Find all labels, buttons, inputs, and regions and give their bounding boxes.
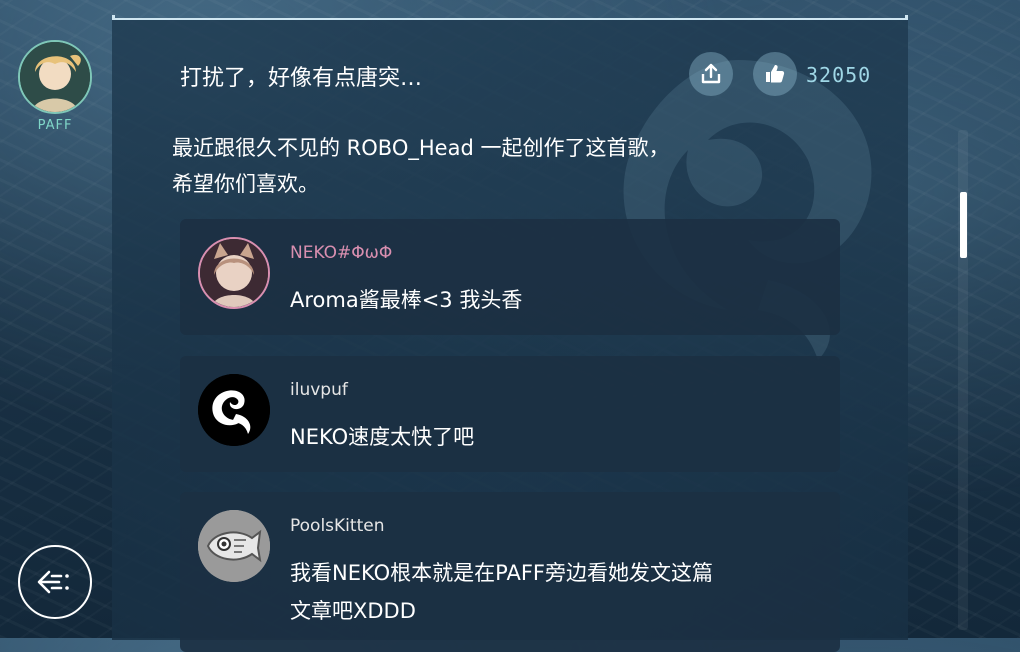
swirl-logo-icon — [198, 374, 270, 446]
comment-text-line-2: 文章吧XDDD — [290, 599, 416, 623]
comment-item[interactable]: iluvpuf NEKO速度太快了吧 — [180, 356, 840, 472]
commenter-name[interactable]: PoolsKitten — [290, 516, 384, 536]
commenter-name[interactable]: iluvpuf — [290, 380, 348, 400]
commenter-avatar[interactable] — [198, 374, 270, 446]
share-icon — [701, 63, 721, 84]
like-button[interactable] — [753, 52, 797, 96]
commenter-avatar[interactable] — [198, 237, 270, 309]
post-title: 打扰了，好像有点唐突… — [180, 66, 423, 91]
cat-girl-portrait-icon — [200, 239, 268, 307]
share-button[interactable] — [689, 52, 733, 96]
comment-text: NEKO速度太快了吧 — [290, 425, 475, 449]
author-name: PAFF — [37, 118, 73, 133]
thumbs-up-icon — [766, 65, 785, 83]
post-body: 最近跟很久不见的 ROBO_Head 一起创作了这首歌， 希望你们喜欢。 — [172, 130, 669, 202]
comment-item[interactable]: PoolsKitten 我看NEKO根本就是在PAFF旁边看她发文这篇 文章吧X… — [180, 492, 840, 652]
comment-text: Aroma酱最棒<3 我头香 — [290, 288, 523, 312]
back-button[interactable] — [18, 545, 92, 619]
post-body-line-1: 最近跟很久不见的 ROBO_Head 一起创作了这首歌， — [172, 136, 670, 160]
post-body-line-2: 希望你们喜欢。 — [172, 172, 319, 196]
author-portrait-icon — [20, 42, 90, 112]
commenter-name[interactable]: NEKO#ΦωΦ — [290, 243, 392, 263]
comment-item[interactable]: NEKO#ΦωΦ Aroma酱最棒<3 我头香 — [180, 219, 840, 335]
speech-fish-icon — [198, 510, 270, 582]
comment-text: 我看NEKO根本就是在PAFF旁边看她发文这篇 文章吧XDDD — [290, 554, 713, 630]
comment-text-line-1: 我看NEKO根本就是在PAFF旁边看她发文这篇 — [290, 561, 713, 585]
like-count: 32050 — [806, 63, 872, 87]
back-arrow-icon — [37, 570, 69, 594]
scrollbar-thumb[interactable] — [960, 192, 967, 258]
commenter-avatar[interactable] — [198, 510, 270, 582]
author-avatar[interactable] — [18, 40, 92, 114]
author-block[interactable]: PAFF — [18, 40, 92, 133]
